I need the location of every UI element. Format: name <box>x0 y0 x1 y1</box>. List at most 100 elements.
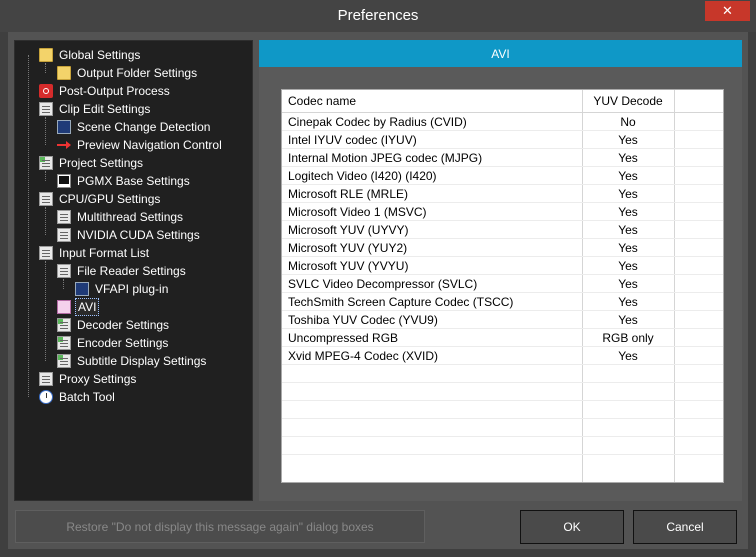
codec-name-cell: Microsoft YUV (UYVY) <box>288 223 409 237</box>
tree-item-pgmx-base-settings[interactable]: PGMX Base Settings <box>57 172 192 190</box>
tree-item-label: Clip Edit Settings <box>59 102 151 116</box>
yuv-decode-cell: RGB only <box>602 331 654 345</box>
page-icon <box>39 246 53 260</box>
codec-name-cell: Intel IYUV codec (IYUV) <box>288 133 417 147</box>
tree-item-label: Decoder Settings <box>77 318 170 332</box>
yuv-decode-cell: No <box>620 115 636 129</box>
tree-item-label: Output Folder Settings <box>77 66 198 80</box>
tree-item-label: PGMX Base Settings <box>77 174 190 188</box>
table-row[interactable]: Uncompressed RGB RGB only <box>282 329 723 347</box>
codec-name-cell: Logitech Video (I420) (I420) <box>288 169 437 183</box>
close-button[interactable]: ✕ <box>705 1 750 21</box>
table-row[interactable]: Intel IYUV codec (IYUV) Yes <box>282 131 723 149</box>
tree-item-label: NVIDIA CUDA Settings <box>77 228 200 242</box>
tree-item-label: VFAPI plug-in <box>95 282 169 296</box>
tree-item-label: AVI <box>75 298 100 316</box>
codec-table[interactable]: Codec name YUV Decode Cinepak Codec by R… <box>281 89 724 483</box>
yuv-decode-cell: Yes <box>618 295 638 309</box>
tree-item-nvidia-cuda-settings[interactable]: NVIDIA CUDA Settings <box>57 226 202 244</box>
ok-button[interactable]: OK <box>520 510 624 544</box>
tree-item-batch-tool[interactable]: Batch Tool <box>39 388 117 406</box>
codec-name-cell: Microsoft RLE (MRLE) <box>288 187 409 201</box>
tree-item-file-reader-settings[interactable]: File Reader Settings <box>57 262 188 280</box>
page-icon <box>57 228 71 242</box>
codec-name-cell: Internal Motion JPEG codec (MJPG) <box>288 151 483 165</box>
tree-item-post-output-process[interactable]: Post-Output Process <box>39 82 172 100</box>
tree-item-proxy-settings[interactable]: Proxy Settings <box>39 370 138 388</box>
settings-tree[interactable]: Global Settings Output Folder Settings P… <box>14 40 253 501</box>
yuv-decode-cell: Yes <box>618 313 638 327</box>
red-process-icon <box>39 84 53 98</box>
codec-name-cell: Microsoft Video 1 (MSVC) <box>288 205 427 219</box>
table-row[interactable]: Internal Motion JPEG codec (MJPG) Yes <box>282 149 723 167</box>
page-icon <box>39 372 53 386</box>
table-row[interactable]: Microsoft YUV (YVYU) Yes <box>282 257 723 275</box>
cancel-button[interactable]: Cancel <box>633 510 737 544</box>
tree-item-label: Post-Output Process <box>59 84 170 98</box>
tree-item-scene-change-detection[interactable]: Scene Change Detection <box>57 118 212 136</box>
page-icon <box>57 354 71 368</box>
page-icon <box>57 210 71 224</box>
tree-item-subtitle-display-settings[interactable]: Subtitle Display Settings <box>57 352 208 370</box>
page-icon <box>39 102 53 116</box>
folder-icon <box>39 48 53 62</box>
column-header-codec-name[interactable]: Codec name <box>282 94 578 108</box>
folder-icon <box>57 66 71 80</box>
yuv-decode-cell: Yes <box>618 133 638 147</box>
yuv-decode-cell: Yes <box>618 205 638 219</box>
tree-item-avi[interactable]: AVI <box>57 298 100 316</box>
tree-item-output-folder-settings[interactable]: Output Folder Settings <box>57 64 199 82</box>
yuv-decode-cell: Yes <box>618 169 638 183</box>
codec-name-cell: Toshiba YUV Codec (YVU9) <box>288 313 438 327</box>
tree-item-cpu-gpu-settings[interactable]: CPU/GPU Settings <box>39 190 162 208</box>
codec-name-cell: Microsoft YUV (YVYU) <box>288 259 409 273</box>
table-row[interactable]: Microsoft YUV (YUY2) Yes <box>282 239 723 257</box>
tree-item-label: Encoder Settings <box>77 336 169 350</box>
column-header-yuv-decode[interactable]: YUV Decode <box>582 94 674 108</box>
yuv-decode-cell: Yes <box>618 223 638 237</box>
table-row[interactable]: Microsoft Video 1 (MSVC) Yes <box>282 203 723 221</box>
yuv-decode-cell: Yes <box>618 259 638 273</box>
arrow-icon <box>57 138 71 152</box>
codec-name-cell: TechSmith Screen Capture Codec (TSCC) <box>288 295 514 309</box>
table-row[interactable]: Xvid MPEG-4 Codec (XVID) Yes <box>282 347 723 365</box>
page-icon <box>57 264 71 278</box>
tree-item-clip-edit-settings[interactable]: Clip Edit Settings <box>39 100 152 118</box>
tree-item-label: Global Settings <box>59 48 141 62</box>
tree-item-project-settings[interactable]: Project Settings <box>39 154 145 172</box>
table-row[interactable]: Logitech Video (I420) (I420) Yes <box>282 167 723 185</box>
tree-item-input-format-list[interactable]: Input Format List <box>39 244 151 262</box>
page-icon <box>57 336 71 350</box>
clock-icon <box>39 390 53 404</box>
codec-name-cell: Cinepak Codec by Radius (CVID) <box>288 115 467 129</box>
table-row[interactable]: Toshiba YUV Codec (YVU9) Yes <box>282 311 723 329</box>
table-row[interactable]: TechSmith Screen Capture Codec (TSCC) Yes <box>282 293 723 311</box>
yuv-decode-cell: Yes <box>618 151 638 165</box>
page-icon <box>39 156 53 170</box>
settings-panel: AVI Codec name YUV Decode Cinepak Codec … <box>259 40 742 501</box>
title-bar: Preferences ✕ <box>0 0 756 32</box>
tree-item-global-settings[interactable]: Global Settings <box>39 46 142 64</box>
tree-item-encoder-settings[interactable]: Encoder Settings <box>57 334 170 352</box>
tree-item-label: Project Settings <box>59 156 144 170</box>
window-title: Preferences <box>337 7 419 24</box>
panel-title: AVI <box>259 40 742 67</box>
table-row[interactable]: Microsoft RLE (MRLE) Yes <box>282 185 723 203</box>
table-row[interactable]: Microsoft YUV (UYVY) Yes <box>282 221 723 239</box>
table-row[interactable]: SVLC Video Decompressor (SVLC) Yes <box>282 275 723 293</box>
tree-item-label: Batch Tool <box>59 390 115 404</box>
tree-item-vfapi-plug-in[interactable]: VFAPI plug-in <box>75 280 170 298</box>
tree-item-decoder-settings[interactable]: Decoder Settings <box>57 316 171 334</box>
restore-dialogs-button[interactable]: Restore "Do not display this message aga… <box>15 510 425 543</box>
tree-item-multithread-settings[interactable]: Multithread Settings <box>57 208 185 226</box>
film-icon <box>57 120 71 134</box>
tree-item-label: Preview Navigation Control <box>77 138 222 152</box>
yuv-decode-cell: Yes <box>618 187 638 201</box>
tree-item-label: Subtitle Display Settings <box>77 354 207 368</box>
tree-item-preview-navigation-control[interactable]: Preview Navigation Control <box>57 136 224 154</box>
close-icon: ✕ <box>722 3 733 18</box>
page-icon <box>57 318 71 332</box>
table-row[interactable]: Cinepak Codec by Radius (CVID) No <box>282 113 723 131</box>
tree-item-label: Proxy Settings <box>59 372 137 386</box>
codec-name-cell: Uncompressed RGB <box>288 331 399 345</box>
